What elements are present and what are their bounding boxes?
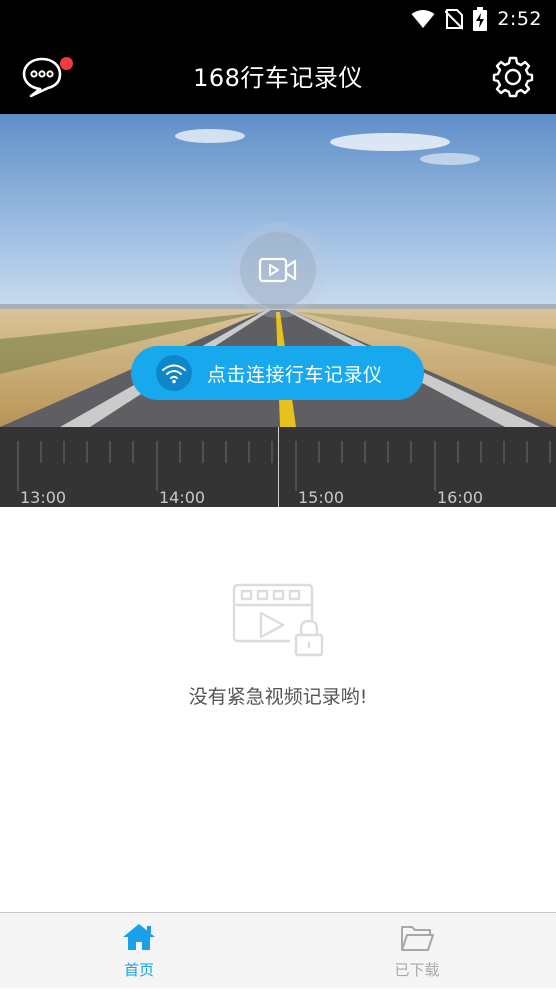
- status-bar: 2:52: [0, 0, 556, 38]
- battery-charging-icon: [473, 7, 488, 31]
- hero-banner: 点击连接行车记录仪: [0, 114, 556, 427]
- timeline-cursor[interactable]: [278, 427, 279, 507]
- emergency-video-list: 没有紧急视频记录哟!: [0, 507, 556, 913]
- timeline-label: 13:00: [20, 488, 67, 507]
- wifi-icon: [162, 364, 186, 384]
- settings-button[interactable]: [492, 56, 534, 98]
- folder-icon: [401, 926, 434, 951]
- timeline-label: 15:00: [298, 488, 345, 507]
- app-title: 168行车记录仪: [193, 64, 363, 92]
- connect-dashcam-button[interactable]: 点击连接行车记录仪: [131, 346, 424, 400]
- wifi-circle: [156, 355, 192, 391]
- status-time: 2:52: [497, 8, 542, 30]
- wifi-icon: [411, 10, 435, 28]
- home-icon: [123, 924, 155, 950]
- locked-video-icon: [232, 583, 324, 657]
- timeline-label: 16:00: [437, 488, 484, 507]
- empty-state-message: 没有紧急视频记录哟!: [188, 686, 368, 708]
- app-bar: 168行车记录仪: [0, 38, 556, 114]
- nav-label-downloaded: 已下载: [394, 961, 440, 979]
- nav-item-home[interactable]: 首页: [0, 913, 278, 989]
- timeline[interactable]: 13:00 14:00 15:00 16:00: [0, 427, 556, 507]
- timeline-label: 14:00: [159, 488, 206, 507]
- video-record-button[interactable]: [240, 232, 316, 308]
- status-icons: 2:52: [411, 6, 542, 32]
- bottom-nav: 首页 已下载: [0, 912, 556, 988]
- gear-icon: [492, 56, 534, 98]
- no-sim-icon: [445, 9, 464, 30]
- nav-label-home: 首页: [123, 961, 154, 979]
- nav-item-downloaded[interactable]: 已下载: [278, 913, 556, 989]
- video-camera-icon: [258, 257, 297, 283]
- connect-label: 点击连接行车记录仪: [207, 363, 383, 386]
